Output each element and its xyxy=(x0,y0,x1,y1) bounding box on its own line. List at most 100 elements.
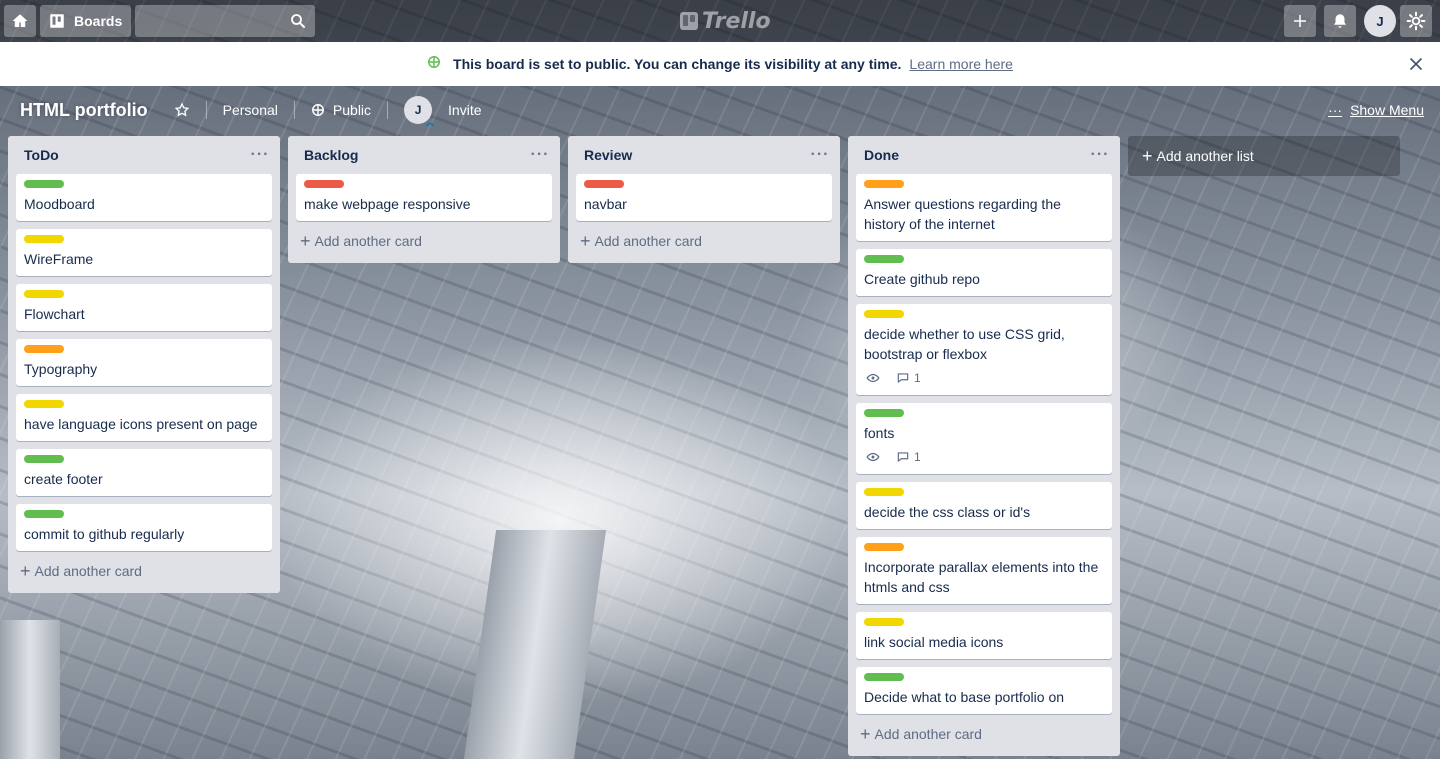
card[interactable]: commit to github regularly xyxy=(16,504,272,551)
user-avatar[interactable]: J xyxy=(1364,5,1396,37)
list-menu-icon[interactable]: ··· xyxy=(528,146,552,164)
learn-more-link[interactable]: Learn more here xyxy=(909,56,1013,72)
add-card-button[interactable]: + Add another card xyxy=(16,557,272,585)
list-title[interactable]: ToDo xyxy=(24,147,59,163)
gear-icon xyxy=(1406,11,1426,31)
card[interactable]: Answer questions regarding the history o… xyxy=(856,174,1112,241)
board-title[interactable]: HTML portfolio xyxy=(20,100,148,121)
card[interactable]: decide the css class or id's xyxy=(856,482,1112,529)
plus-icon: + xyxy=(580,231,591,251)
add-card-button[interactable]: + Add another card xyxy=(576,227,832,255)
card[interactable]: have language icons present on page xyxy=(16,394,272,441)
logo-text: Trello xyxy=(702,8,771,34)
card[interactable]: WireFrame xyxy=(16,229,272,276)
card[interactable]: Flowchart xyxy=(16,284,272,331)
board-header: HTML portfolio Personal Public J ︽ Invit… xyxy=(0,86,1440,134)
add-card-button[interactable]: + Add another card xyxy=(296,227,552,255)
card[interactable]: create footer xyxy=(16,449,272,496)
trello-logo[interactable]: Trello xyxy=(680,8,771,34)
divider xyxy=(387,101,389,119)
list-menu-icon[interactable]: ··· xyxy=(1088,146,1112,164)
team-button[interactable]: Personal xyxy=(223,102,278,118)
card-title: fonts xyxy=(864,425,895,441)
card[interactable]: link social media icons xyxy=(856,612,1112,659)
card-title: Incorporate parallax elements into the h… xyxy=(864,559,1099,595)
search-icon xyxy=(291,14,305,28)
more-icon: ··· xyxy=(1328,102,1343,118)
card-title: Typography xyxy=(24,361,98,377)
card[interactable]: decide whether to use CSS grid, bootstra… xyxy=(856,304,1112,395)
card[interactable]: make webpage responsive xyxy=(296,174,552,221)
add-card-label: Add another card xyxy=(594,233,702,249)
comment-icon xyxy=(897,373,909,383)
card-label-green[interactable] xyxy=(24,180,64,188)
card[interactable]: navbar xyxy=(576,174,832,221)
list-header: Done ··· xyxy=(856,136,1112,174)
list-menu-icon[interactable]: ··· xyxy=(248,146,272,164)
boards-icon xyxy=(50,14,64,28)
add-list-button[interactable]: + Add another list xyxy=(1128,136,1400,176)
add-card-button[interactable]: + Add another card xyxy=(856,720,1112,748)
card-title: commit to github regularly xyxy=(24,526,185,542)
card-label-orange[interactable] xyxy=(24,345,64,353)
globe-icon xyxy=(311,104,324,116)
card-label-yellow[interactable] xyxy=(24,400,64,408)
card-label-green[interactable] xyxy=(864,255,904,263)
create-button[interactable] xyxy=(1284,5,1316,37)
card-label-red[interactable] xyxy=(584,180,624,188)
list-title[interactable]: Done xyxy=(864,147,899,163)
search-input[interactable] xyxy=(135,5,315,37)
notifications-button[interactable] xyxy=(1324,5,1356,37)
banner-close-button[interactable] xyxy=(1406,54,1426,77)
card[interactable]: Moodboard xyxy=(16,174,272,221)
home-icon xyxy=(12,14,28,27)
card-title: Answer questions regarding the history o… xyxy=(864,196,1061,232)
card-label-green[interactable] xyxy=(864,673,904,681)
home-button[interactable] xyxy=(4,5,36,37)
show-menu-label: Show Menu xyxy=(1350,102,1424,118)
comment-count: 1 xyxy=(914,371,921,385)
card-label-yellow[interactable] xyxy=(24,235,64,243)
card[interactable]: Create github repo xyxy=(856,249,1112,296)
member-avatar[interactable]: J ︽ xyxy=(404,96,434,127)
card-label-yellow[interactable] xyxy=(864,618,904,626)
card-label-green[interactable] xyxy=(24,510,64,518)
card-title: navbar xyxy=(584,196,627,212)
card-title: Moodboard xyxy=(24,196,95,212)
card[interactable]: Typography xyxy=(16,339,272,386)
watching-eye-icon xyxy=(866,450,884,464)
card-title: decide whether to use CSS grid, bootstra… xyxy=(864,326,1065,362)
plus-icon: + xyxy=(20,561,31,581)
card[interactable]: Decide what to base portfolio on xyxy=(856,667,1112,714)
list-menu-icon[interactable]: ··· xyxy=(808,146,832,164)
card-label-yellow[interactable] xyxy=(24,290,64,298)
admin-chevron-icon: ︽ xyxy=(426,118,435,127)
comments-badge: 1 xyxy=(896,371,921,385)
card-title: Flowchart xyxy=(24,306,85,322)
card-label-green[interactable] xyxy=(24,455,64,463)
globe-icon xyxy=(427,55,441,74)
list-title[interactable]: Review xyxy=(584,147,632,163)
card-label-yellow[interactable] xyxy=(864,310,904,318)
list-title[interactable]: Backlog xyxy=(304,147,358,163)
card-label-red[interactable] xyxy=(304,180,344,188)
card-title: Create github repo xyxy=(864,271,980,287)
add-card-label: Add another card xyxy=(874,726,982,742)
visibility-button[interactable]: Public xyxy=(311,102,371,118)
card[interactable]: Incorporate parallax elements into the h… xyxy=(856,537,1112,604)
settings-button[interactable] xyxy=(1400,5,1432,37)
divider xyxy=(205,101,207,119)
star-button[interactable] xyxy=(174,102,190,118)
card-label-green[interactable] xyxy=(864,409,904,417)
show-menu-button[interactable]: ··· Show Menu xyxy=(1328,102,1424,118)
boards-button[interactable]: Boards xyxy=(40,5,131,37)
card[interactable]: fonts 1 xyxy=(856,403,1112,474)
list-header: Backlog ··· xyxy=(296,136,552,174)
card-label-yellow[interactable] xyxy=(864,488,904,496)
public-board-banner: This board is set to public. You can cha… xyxy=(0,42,1440,86)
list-header: ToDo ··· xyxy=(16,136,272,174)
comment-icon xyxy=(897,452,909,462)
card-label-orange[interactable] xyxy=(864,180,904,188)
card-label-orange[interactable] xyxy=(864,543,904,551)
invite-button[interactable]: Invite xyxy=(448,102,481,118)
